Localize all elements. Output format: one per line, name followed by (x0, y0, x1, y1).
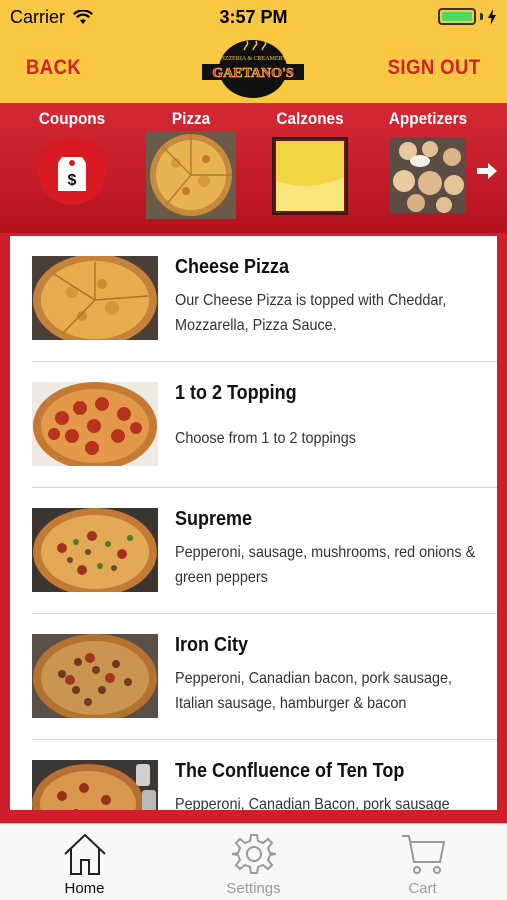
menu-item-title: Supreme (175, 508, 253, 530)
menu-item-description: Pepperoni, Canadian bacon, pork sausage,… (175, 670, 453, 712)
status-bar: Carrier 3:57 PM (0, 0, 507, 34)
menu-item-iron-city[interactable]: Iron City Pepperoni, Canadian bacon, por… (10, 614, 497, 740)
tab-bar: Home Settings Cart (0, 823, 507, 900)
appetizers-image (390, 137, 466, 213)
tab-label: Settings (226, 880, 281, 897)
menu-item-description: Pepperoni, Canadian Bacon, pork sausage (175, 796, 450, 810)
menu-item-title: Iron City (175, 634, 249, 656)
charging-bolt-icon (488, 8, 496, 25)
menu-item-image (32, 760, 158, 810)
menu-item-confluence-ten-top[interactable]: The Confluence of Ten Top Pepperoni, Can… (10, 740, 497, 810)
menu-item-image (32, 382, 158, 466)
svg-text:GAETANO'S: GAETANO'S (212, 66, 294, 81)
gear-icon (231, 834, 276, 874)
app-header: Carrier 3:57 PM BACK PIZZERIA & CREAMERY… (0, 0, 507, 103)
cart-icon (401, 835, 445, 874)
menu-item-supreme[interactable]: Supreme Pepperoni, sausage, mushrooms, r… (10, 488, 497, 614)
category-strip: Coupons $ Pizza Calzones Appetizers (0, 103, 507, 233)
pizza-image (146, 131, 236, 219)
menu-item-cheese-pizza[interactable]: Cheese Pizza Our Cheese Pizza is topped … (10, 236, 497, 362)
svg-text:PIZZERIA & CREAMERY: PIZZERIA & CREAMERY (219, 56, 287, 62)
menu-item-image (32, 256, 158, 340)
menu-item-1-to-2-topping[interactable]: 1 to 2 Topping Choose from 1 to 2 toppin… (10, 362, 497, 488)
calzone-image (272, 137, 348, 215)
home-icon (63, 833, 106, 875)
tab-home[interactable]: Home (0, 824, 169, 900)
svg-text:$: $ (68, 172, 77, 189)
menu-item-image (32, 508, 158, 592)
tab-label: Home (64, 880, 105, 897)
menu-item-description: Choose from 1 to 2 toppings (175, 430, 356, 447)
menu-list-frame: Cheese Pizza Our Cheese Pizza is topped … (0, 233, 507, 823)
category-pizza[interactable]: Pizza (136, 103, 246, 219)
battery-icon (438, 8, 476, 25)
tab-label: Cart (408, 880, 437, 897)
gaetanos-logo[interactable]: PIZZERIA & CREAMERY GAETANO'S (200, 38, 306, 100)
menu-item-description: Our Cheese Pizza is topped with Cheddar,… (175, 292, 447, 334)
sign-out-button[interactable]: SIGN OUT (388, 56, 481, 80)
menu-list[interactable]: Cheese Pizza Our Cheese Pizza is topped … (10, 236, 497, 810)
category-appetizers[interactable]: Appetizers (373, 103, 483, 213)
tab-cart[interactable]: Cart (338, 824, 507, 900)
status-time: 3:57 PM (219, 7, 288, 27)
category-coupons[interactable]: Coupons $ (17, 103, 127, 205)
arrow-right-icon[interactable] (475, 161, 499, 181)
tab-settings[interactable]: Settings (169, 824, 338, 900)
menu-item-title: The Confluence of Ten Top (175, 760, 405, 782)
menu-item-title: 1 to 2 Topping (175, 382, 297, 404)
category-calzones[interactable]: Calzones (255, 103, 365, 215)
menu-item-image (32, 634, 158, 718)
menu-item-title: Cheese Pizza (175, 256, 290, 278)
back-button[interactable]: BACK (26, 56, 81, 80)
menu-item-description: Pepperoni, sausage, mushrooms, red onion… (175, 544, 476, 586)
coupon-tag-icon: $ (38, 137, 106, 205)
